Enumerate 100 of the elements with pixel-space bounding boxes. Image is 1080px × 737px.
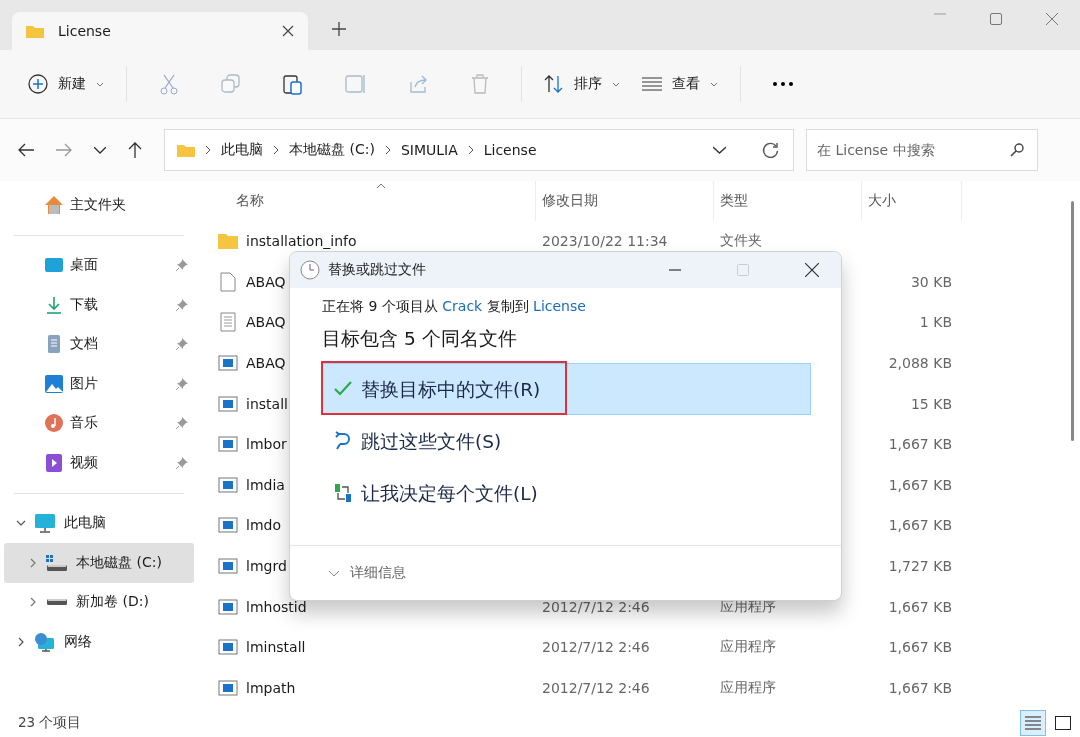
table-cell: 2012/7/12 2:46 [542, 639, 650, 656]
plus-circle-icon [28, 74, 48, 94]
folder-icon [177, 143, 195, 157]
back-icon[interactable] [18, 143, 34, 157]
pin-icon[interactable] [176, 377, 188, 390]
file-name[interactable]: ABAQ [246, 355, 286, 372]
sort-caret-icon [376, 183, 386, 189]
pin-icon[interactable] [176, 456, 188, 469]
undo-arrow-icon [333, 431, 353, 451]
file-name[interactable]: lmdia [246, 476, 285, 493]
chevron-down-icon[interactable] [94, 146, 106, 154]
chevron-right-icon[interactable] [28, 597, 38, 608]
file-name[interactable]: lmhostid [246, 598, 307, 615]
address-bar[interactable]: 此电脑 本地磁盘 (C:) SIMULIA License [164, 129, 794, 171]
sidebar-item[interactable]: 文档 [4, 324, 194, 364]
pin-icon[interactable] [176, 417, 188, 430]
breadcrumb-item[interactable]: 此电脑 [221, 141, 263, 159]
text-file-icon [218, 312, 238, 333]
breadcrumb-item[interactable]: 本地磁盘 (C:) [289, 141, 375, 159]
application-icon [218, 677, 238, 698]
sidebar-item[interactable]: 桌面 [4, 245, 194, 285]
file-name[interactable]: install [246, 395, 288, 412]
column-header[interactable]: 类型 [714, 181, 862, 221]
square-icon [1055, 716, 1071, 730]
file-name[interactable]: lmdo [246, 517, 281, 534]
file-name[interactable]: lmbor [246, 436, 287, 453]
tree-item[interactable]: 此电脑 [4, 503, 194, 543]
sort-button[interactable]: 排序 [536, 69, 628, 99]
table-cell: 1,667 KB [888, 639, 952, 656]
option-button[interactable]: 让我决定每个文件(L) [322, 467, 811, 519]
close-icon[interactable] [805, 263, 819, 277]
search-field[interactable]: 在 License 中搜索 [806, 129, 1038, 171]
breadcrumb-item[interactable]: SIMULIA [400, 142, 458, 158]
breadcrumb-item[interactable]: License [483, 142, 537, 158]
file-name[interactable]: lmgrd [246, 558, 287, 575]
target-link[interactable]: License [533, 298, 586, 314]
column-header[interactable]: 修改日期 [536, 181, 714, 221]
maximize-icon[interactable] [990, 13, 1002, 25]
sidebar-item[interactable]: 图片 [4, 364, 194, 404]
application-icon [218, 515, 238, 536]
chevron-right-icon[interactable] [16, 636, 26, 647]
application-icon [218, 474, 238, 495]
cut-icon[interactable] [159, 73, 179, 95]
pin-icon[interactable] [176, 338, 188, 351]
copy-icon[interactable] [221, 74, 241, 94]
forward-icon[interactable] [56, 143, 72, 157]
caret-icon [612, 81, 620, 87]
folder-icon [26, 24, 44, 38]
close-icon[interactable] [282, 25, 294, 37]
chevron-right-icon [205, 145, 211, 155]
file-name[interactable]: lmpath [246, 679, 296, 696]
sidebar-item[interactable]: 视频 [4, 443, 194, 483]
application-icon [218, 393, 238, 414]
chevron-right-icon [384, 145, 391, 155]
view-button[interactable]: 查看 [634, 69, 726, 99]
column-header[interactable]: 名称 [218, 181, 536, 221]
table-cell: 2012/7/12 2:46 [542, 598, 650, 615]
application-icon [218, 434, 238, 455]
table-cell: 应用程序 [720, 638, 776, 657]
paste-icon[interactable] [283, 73, 303, 95]
tree-item[interactable]: 新加卷 (D:) [4, 582, 194, 622]
caret-icon [96, 81, 104, 87]
scrollbar[interactable] [1071, 201, 1074, 441]
pin-icon[interactable] [176, 259, 188, 272]
details-toggle[interactable]: 详细信息 [350, 564, 406, 582]
sidebar-item[interactable]: 音乐 [4, 403, 194, 443]
tab[interactable]: License [12, 12, 308, 50]
file-name[interactable]: lminstall [246, 639, 306, 656]
sidebar-item[interactable]: 主文件夹 [4, 185, 194, 225]
tree-item[interactable]: 本地磁盘 (C:) [4, 543, 194, 583]
more-icon[interactable] [773, 82, 793, 86]
file-name[interactable]: ABAQ [246, 273, 286, 290]
tree-item[interactable]: 网络 [4, 622, 194, 662]
option-button[interactable]: 跳过这些文件(S) [322, 415, 811, 467]
dialog-heading: 目标包含 5 个同名文件 [322, 327, 518, 351]
chevron-down-icon[interactable] [713, 146, 726, 154]
file-icon [218, 271, 238, 292]
pin-icon[interactable] [176, 298, 188, 311]
dialog-title: 替换或跳过文件 [328, 261, 426, 279]
sidebar-item[interactable]: 下载 [4, 285, 194, 325]
refresh-icon[interactable] [762, 141, 779, 159]
source-link[interactable]: Crack [442, 298, 483, 314]
application-icon [218, 596, 238, 617]
swap-arrows-icon [333, 483, 353, 503]
new-tab-icon[interactable] [332, 22, 346, 36]
new-button[interactable]: 新建 [20, 68, 112, 100]
chevron-right-icon[interactable] [28, 557, 38, 568]
table-cell: 文件夹 [720, 232, 762, 251]
table-cell: 1,667 KB [888, 598, 952, 615]
file-name[interactable]: ABAQ [246, 314, 286, 331]
table-cell: 1,667 KB [888, 476, 952, 493]
up-icon[interactable] [128, 142, 142, 158]
column-header[interactable]: 大小 [862, 181, 962, 221]
monitor-icon [34, 513, 56, 534]
share-icon[interactable] [409, 74, 429, 94]
copy-message: 正在将 9 个项目从 Crack 复制到 License [322, 298, 587, 316]
file-name[interactable]: installation_info [246, 233, 357, 250]
option-button[interactable]: 替换目标中的文件(R) [322, 363, 811, 415]
trash-icon[interactable] [471, 74, 489, 94]
music-icon [44, 413, 64, 434]
